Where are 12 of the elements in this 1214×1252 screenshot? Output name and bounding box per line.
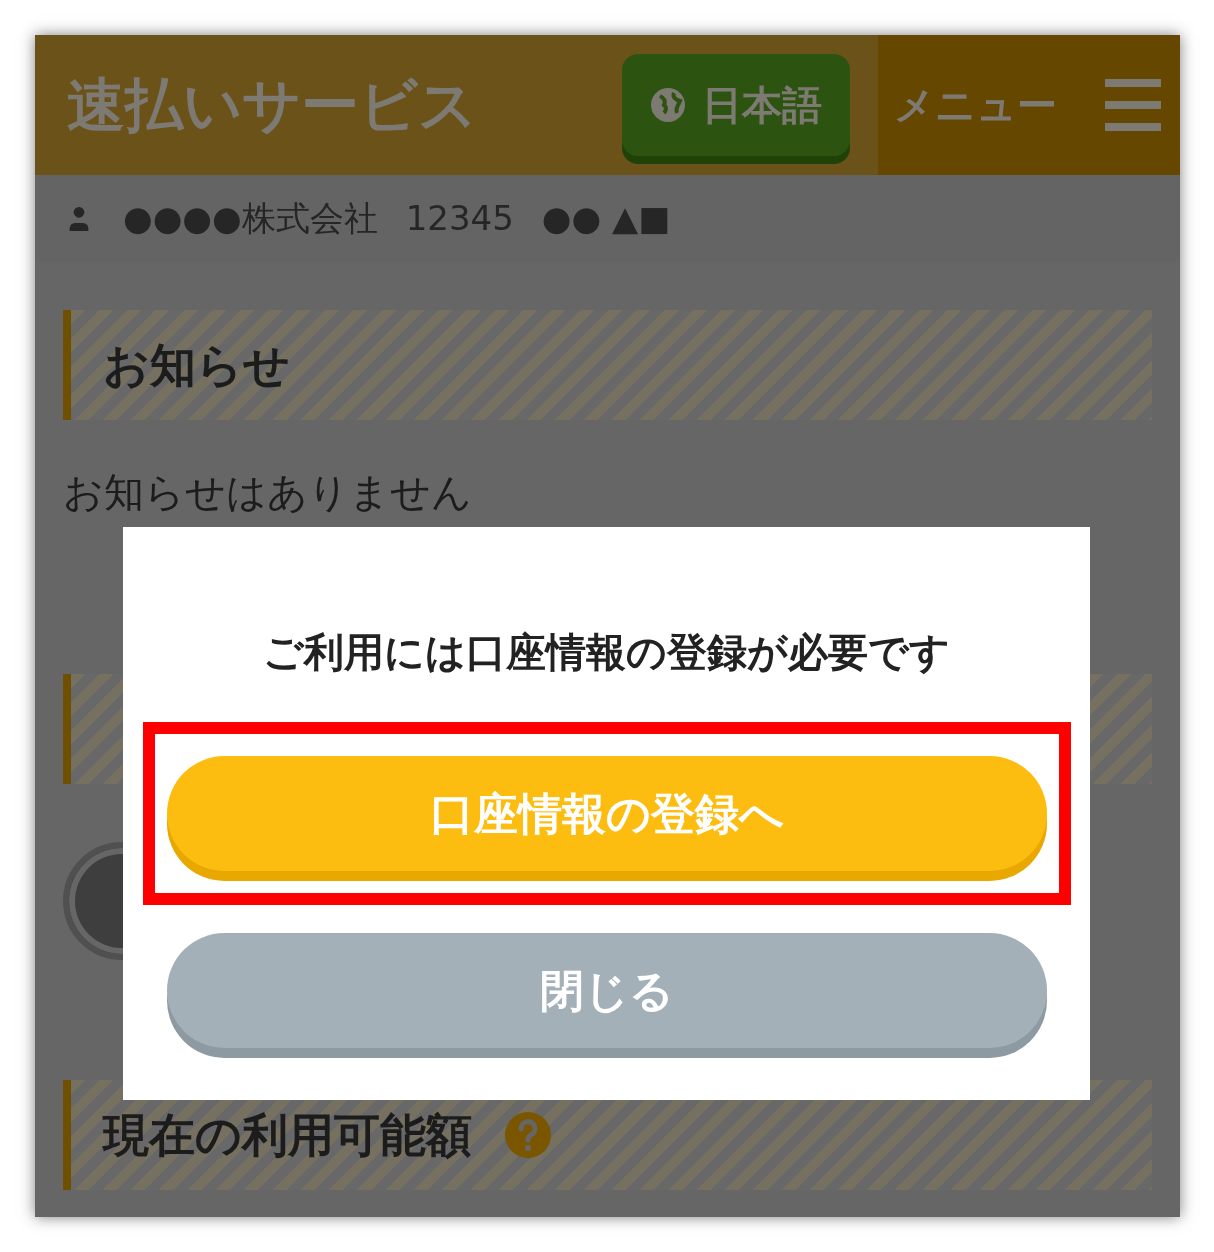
user-id: 12345 <box>405 197 514 240</box>
user-name: ●● ▲■ <box>541 197 671 240</box>
heading-text: 現在の利用可能額 <box>103 1112 472 1158</box>
help-icon[interactable] <box>504 1111 552 1159</box>
app-title: 速払いサービス <box>67 69 477 141</box>
menu-button[interactable]: メニュー <box>878 35 1180 175</box>
company-name: ●●●●株式会社 <box>123 197 378 240</box>
menu-icon <box>1105 79 1161 131</box>
heading-text: お知らせ <box>103 342 290 388</box>
dialog-message: ご利用には口座情報の登録が必要です <box>263 628 950 677</box>
globe-icon <box>650 87 686 123</box>
notice-text: お知らせはありません <box>63 472 473 512</box>
